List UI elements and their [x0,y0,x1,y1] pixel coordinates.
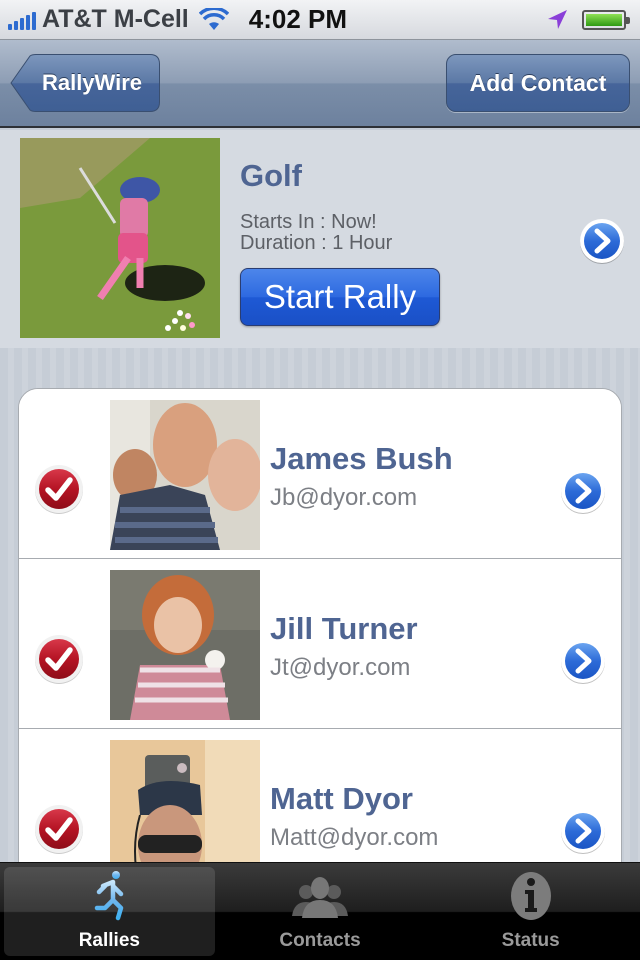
rally-starts-in: Starts In : Now! [240,211,377,233]
runner-icon [95,871,124,921]
contact-email: Jb@dyor.com [270,484,418,511]
contact-name: James Bush [270,441,453,476]
contact-detail-disclosure-icon[interactable] [559,807,607,855]
rally-detail-disclosure-icon[interactable] [578,217,626,265]
rally-title: Golf [240,158,302,193]
tab-label: Contacts [279,930,361,951]
info-icon [510,872,551,920]
jill-turner-photo [110,570,260,720]
signal-strength-icon [8,10,36,30]
start-rally-button[interactable]: Start Rally [240,268,440,326]
people-icon [292,877,348,918]
james-bush-photo [110,400,260,550]
tab-rallies[interactable]: Rallies [4,867,215,956]
checkmark-icon[interactable] [33,633,85,685]
golf-swing-photo [20,138,220,338]
add-contact-button[interactable]: Add Contact [446,54,630,112]
contact-row[interactable]: James Bush Jb@dyor.com [19,389,621,559]
rally-info: Starts In : Now! Duration : 1 Hour [240,212,392,254]
contact-name: Matt Dyor [270,781,413,816]
back-button[interactable]: RallyWire [10,54,160,112]
navigation-bar: RallyWire Add Contact [0,40,640,128]
clock: 4:02 PM [248,4,348,34]
rally-header: Golf Starts In : Now! Duration : 1 Hour … [0,130,640,348]
tab-status[interactable]: Status [425,867,636,956]
carrier-name: AT&T M-Cell [42,5,189,33]
tab-contacts[interactable]: Contacts [215,867,426,956]
battery-icon [582,9,630,30]
checkmark-icon[interactable] [33,463,85,515]
back-button-label: RallyWire [41,70,143,95]
contact-name: Jill Turner [270,611,418,646]
contact-row[interactable]: Jill Turner Jt@dyor.com [19,559,621,729]
tab-label: Status [501,930,560,951]
checkmark-icon[interactable] [33,803,85,855]
rally-duration: Duration : 1 Hour [240,232,393,254]
contact-list: James Bush Jb@dyor.com Jill Turner Jt@dy… [18,388,622,888]
location-arrow-icon [548,9,567,29]
contact-email: Jt@dyor.com [270,654,411,681]
tab-bar: Rallies Contacts Status [0,862,640,960]
wifi-icon [198,7,229,30]
tab-label: Rallies [78,930,140,951]
contact-email: Matt@dyor.com [270,824,439,851]
contact-detail-disclosure-icon[interactable] [559,467,607,515]
contact-detail-disclosure-icon[interactable] [559,637,607,685]
status-bar: AT&T M-Cell 4:02 PM [0,0,640,40]
